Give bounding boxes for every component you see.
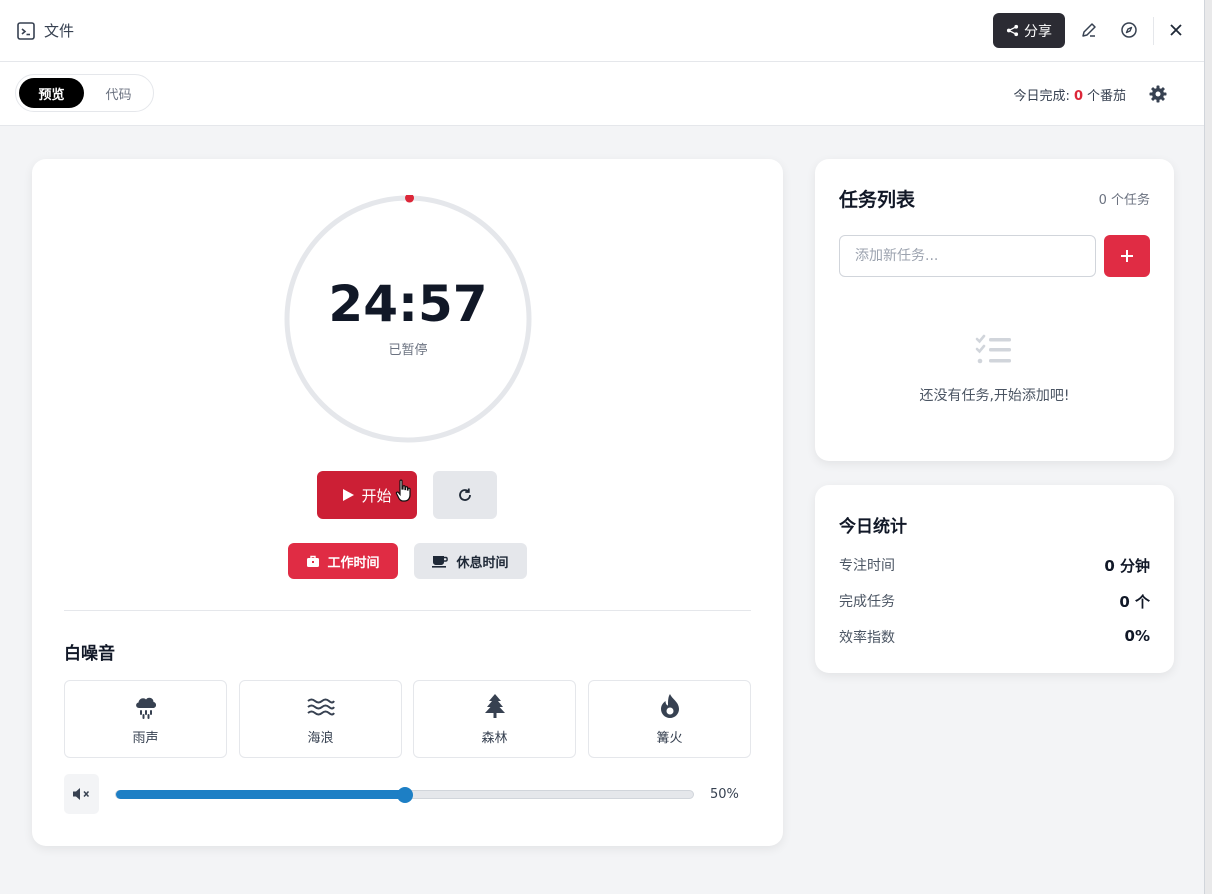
timer-card: 24:57 已暂停 开始 工作时间 休息时间 白噪音 雨声 海浪 森林 篝火 5… — [32, 159, 783, 846]
close-icon — [1170, 24, 1182, 36]
close-button[interactable] — [1166, 20, 1186, 40]
daily-stats-card: 今日统计 专注时间 0 分钟 完成任务 0 个 效率指数 0% — [815, 485, 1174, 673]
volume-mute-icon — [72, 788, 89, 800]
coffee-icon — [432, 555, 449, 568]
explore-button[interactable] — [1119, 20, 1139, 40]
timer-progress-dot — [405, 195, 415, 203]
noise-rain-label: 雨声 — [132, 731, 159, 746]
daily-stats-title: 今日统计 — [839, 517, 907, 537]
volume-slider-thumb[interactable] — [396, 787, 413, 803]
file-title: 文件 — [44, 22, 75, 40]
noise-fire-label: 篝火 — [656, 731, 683, 746]
rain-cloud-icon — [135, 697, 156, 719]
checklist-icon — [975, 334, 1011, 364]
tab-preview[interactable]: 预览 — [19, 78, 84, 108]
water-waves-icon — [306, 698, 335, 716]
empty-task-message: 还没有任务,开始添加吧! — [919, 388, 1070, 404]
edit-button[interactable] — [1079, 20, 1099, 40]
share-label: 分享 — [1024, 23, 1052, 40]
plus-icon — [1121, 250, 1133, 262]
fire-icon — [660, 694, 679, 718]
reset-button[interactable] — [433, 471, 497, 519]
today-count: 0 — [1073, 89, 1083, 104]
top-bar: 文件 分享 — [0, 0, 1204, 62]
noise-waves-label: 海浪 — [307, 731, 334, 746]
tree-icon — [484, 694, 505, 718]
share-button[interactable]: 分享 — [993, 13, 1065, 48]
rotate-icon — [459, 488, 471, 501]
hand-cursor-icon — [395, 479, 411, 502]
stat-efficiency-value: 0% — [1124, 627, 1150, 645]
today-suffix: 个番茄 — [1086, 89, 1126, 104]
volume-percent: 50% — [710, 787, 739, 802]
today-prefix: 今日完成: — [1013, 89, 1070, 104]
mode-rest-label: 休息时间 — [456, 555, 509, 571]
stat-tasks-label: 完成任务 — [839, 594, 895, 610]
task-list-title: 任务列表 — [839, 189, 916, 211]
add-task-button[interactable] — [1104, 235, 1150, 277]
task-count: 0 个任务 — [1098, 193, 1150, 208]
stat-focus-label: 专注时间 — [839, 558, 895, 574]
tab-code[interactable]: 代码 — [86, 78, 151, 108]
mode-rest-button[interactable]: 休息时间 — [414, 543, 527, 579]
mute-button[interactable] — [64, 774, 99, 814]
new-task-input[interactable] — [839, 235, 1096, 277]
noise-forest-button[interactable]: 森林 — [413, 680, 576, 758]
view-toggle: 预览 代码 — [15, 74, 154, 112]
mode-work-button[interactable]: 工作时间 — [288, 543, 398, 579]
stat-tasks-value: 0 个 — [1119, 593, 1150, 611]
gear-icon[interactable] — [1148, 84, 1168, 104]
terminal-file-icon — [17, 22, 35, 40]
section-divider — [64, 610, 751, 611]
task-list-card: 任务列表 0 个任务 还没有任务,开始添加吧! — [815, 159, 1174, 461]
stat-efficiency-label: 效率指数 — [839, 630, 895, 646]
noise-forest-label: 森林 — [481, 731, 508, 746]
volume-slider-fill — [116, 790, 405, 799]
white-noise-title: 白噪音 — [64, 644, 115, 664]
pencil-icon — [1082, 23, 1096, 37]
stat-focus-value: 0 分钟 — [1104, 557, 1150, 575]
noise-fire-button[interactable]: 篝火 — [588, 680, 751, 758]
share-icon — [1006, 24, 1019, 37]
start-label: 开始 — [361, 486, 392, 505]
mode-work-label: 工作时间 — [327, 555, 380, 571]
view-bar: 预览 代码 今日完成: 0 个番茄 — [0, 62, 1204, 126]
briefcase-icon — [307, 555, 320, 567]
volume-slider[interactable] — [115, 787, 694, 803]
noise-waves-button[interactable]: 海浪 — [239, 680, 402, 758]
toolbar-divider — [1153, 17, 1154, 45]
timer-display: 24:57 — [328, 275, 488, 333]
window-edge — [1204, 0, 1212, 894]
compass-icon — [1121, 22, 1137, 38]
today-completed: 今日完成: 0 个番茄 — [1014, 85, 1126, 104]
timer-state: 已暂停 — [388, 343, 428, 358]
noise-rain-button[interactable]: 雨声 — [64, 680, 227, 758]
play-icon — [343, 489, 355, 501]
